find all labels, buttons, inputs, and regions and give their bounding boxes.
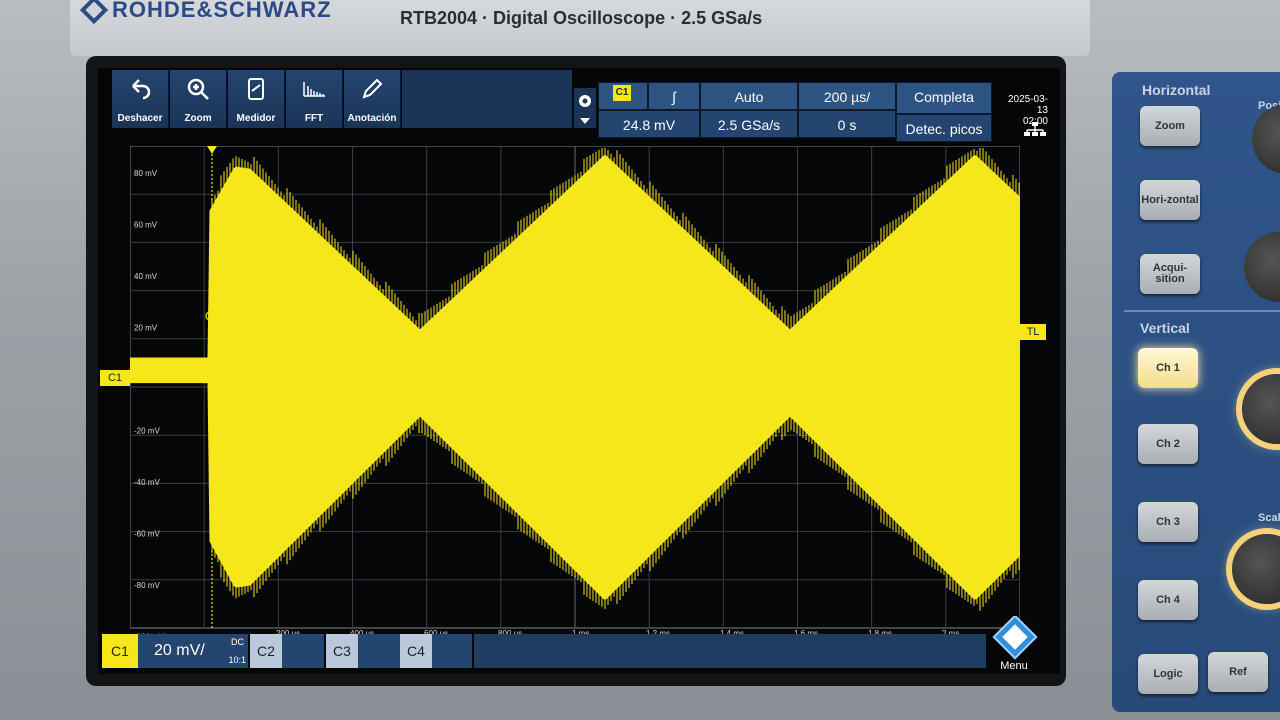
menu-button[interactable]: Menu [986,614,1042,672]
zoom-button[interactable]: Zoom [170,70,227,128]
meter-icon [248,78,264,100]
channel-bar-empty [474,634,986,668]
zoom-icon [187,78,209,100]
channel-1-scale: 20 mV/ [154,642,205,659]
undo-button[interactable]: Deshacer [112,70,169,128]
ch1-hw-button[interactable]: Ch 1 [1138,348,1198,388]
network-icon [1024,122,1046,136]
y-tick-labels: 80 mV 60 mV 40 mV 20 mV -20 mV -40 mV -60 mV -8… [134,169,165,638]
y-tick-label: 20 mV [134,324,158,333]
channel-1-probe: 10:1 [228,655,246,665]
channel-offset-marker[interactable]: C1 [100,370,130,386]
date: 2025-03-13 [1007,94,1048,116]
time-offset[interactable]: 0 s [798,110,896,138]
position-knob[interactable] [1252,104,1280,174]
sample-rate[interactable]: 2.5 GSa/s [700,110,798,138]
annotation-label: Anotación [347,113,397,124]
brand-name: ROHDE&SCHWARZ [112,0,332,22]
gear-icon [579,95,591,107]
meter-button[interactable]: Medidor [228,70,285,128]
y-tick-label: -60 mV [134,530,160,539]
vertical-position-knob[interactable] [1242,374,1280,444]
undo-icon [132,79,151,100]
acquisition-hw-button[interactable]: Acqui-sition [1140,254,1200,294]
ch4-hw-button[interactable]: Ch 4 [1138,580,1198,620]
menu-label: Menu [1000,660,1028,672]
trigger-level[interactable]: 24.8 mV [598,110,700,138]
detect-mode[interactable]: Detec. picos [896,114,992,142]
ch2-hw-button[interactable]: Ch 2 [1138,424,1198,464]
panel-divider [1124,310,1280,312]
menu-logo-icon [992,614,1038,660]
channel-3-tab[interactable]: C3 [326,634,358,668]
horizontal-hw-button[interactable]: Hori-zontal [1140,180,1200,220]
horizontal-heading: Horizontal [1142,82,1211,98]
waveform-plot[interactable]: 80 mV 60 mV 40 mV 20 mV -20 mV -40 mV -60 mV -8… [130,146,1020,638]
vertical-heading: Vertical [1140,320,1190,336]
channel-2-tab[interactable]: C2 [250,634,282,668]
zoom-label: Zoom [184,113,212,124]
zoom-hw-button[interactable]: Zoom [1140,106,1200,146]
annotation-button[interactable]: Anotación [344,70,401,128]
channel-4-tab[interactable]: C4 [400,634,432,668]
y-tick-label: -80 mV [134,581,160,590]
chevron-down-icon [580,118,590,124]
ch3-hw-button[interactable]: Ch 3 [1138,502,1198,542]
ref-hw-button[interactable]: Ref [1208,652,1268,692]
model-line: RTB2004 · Digital Oscilloscope · 2.5 GSa… [400,8,763,28]
horizontal-scale-knob[interactable] [1244,232,1280,302]
channel-badge: C1 [613,85,631,101]
trigger-mode[interactable]: Auto [700,82,798,110]
channel-1-settings[interactable]: 20 mV/ DC 10:1 [138,634,248,668]
pencil-icon [362,78,383,99]
y-tick-label: 40 mV [134,272,158,281]
toolbar: Deshacer Zoom Medidor FFT Anotación [112,70,402,128]
toolbar-empty-area [402,70,572,128]
fft-label: FFT [304,113,324,124]
undo-label: Deshacer [117,113,163,124]
fft-icon [303,82,325,97]
meter-label: Medidor [236,113,276,124]
display-screen: Deshacer Zoom Medidor FFT Anotación C1 ∫… [98,68,1060,674]
channel-bar: C1 20 mV/ DC 10:1 C2 C3 C4 [98,634,1060,670]
control-panel: Horizontal Posit Zoom Hori-zontal Acqui-… [1112,72,1280,712]
y-tick-label: 80 mV [134,169,158,178]
trigger-slope[interactable]: ∫ [648,82,700,110]
vertical-scale-knob[interactable] [1232,534,1280,604]
channel-2-settings[interactable] [282,634,324,668]
y-tick-label: -40 mV [134,478,160,487]
acquisition-state[interactable]: Completa [896,82,992,114]
fft-button[interactable]: FFT [286,70,343,128]
trigger-level-marker[interactable]: TL [1020,324,1046,340]
scale-label: Scale [1258,512,1280,524]
settings-button[interactable] [574,88,596,128]
y-tick-label: 60 mV [134,221,158,230]
waveform-envelope [130,155,1020,600]
channel-4-settings[interactable] [432,634,472,668]
waveform-trace [130,148,1020,611]
channel-1-tab[interactable]: C1 [102,634,138,668]
logic-hw-button[interactable]: Logic [1138,654,1198,694]
channel-3-settings[interactable] [358,634,400,668]
brand-logo-icon [80,0,108,24]
y-tick-label: -20 mV [134,427,160,436]
timebase-scale[interactable]: 200 µs/ [798,82,896,110]
